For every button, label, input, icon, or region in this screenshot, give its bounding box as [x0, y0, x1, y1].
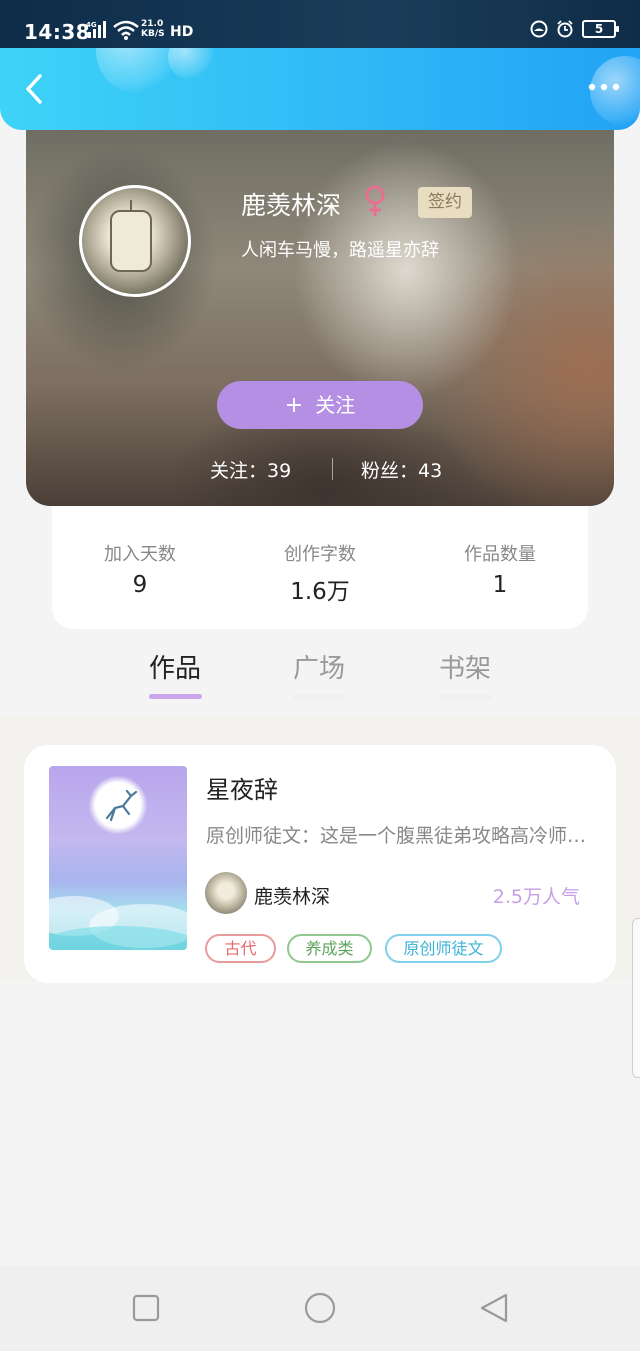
decor-bubble [168, 48, 214, 80]
stat-label: 创作字数 [284, 544, 356, 565]
stat-join-days: 加入天数 9 [60, 540, 220, 598]
tag-ancient[interactable]: 古代 [205, 934, 276, 963]
stat-value: 1.6万 [290, 579, 350, 605]
follow-button-label: 关注 [315, 393, 356, 417]
alarm-icon [557, 20, 573, 38]
notification-icon [530, 20, 548, 38]
tag-master-disciple[interactable]: 原创师徒文 [385, 934, 502, 963]
tag-nurturing[interactable]: 养成类 [287, 934, 372, 963]
deer-icon [105, 789, 138, 822]
battery-icon: 5 [582, 20, 619, 38]
author-avatar [205, 872, 247, 914]
followers-count[interactable]: 粉丝：43 [361, 456, 442, 483]
follow-button[interactable]: + 关注 [217, 381, 423, 429]
speed-value: 21.0 [141, 19, 164, 29]
hd-indicator: HD [170, 24, 194, 40]
stat-word-count: 创作字数 1.6万 [240, 540, 400, 606]
speed-unit: KB/S [141, 29, 165, 39]
author-name: 鹿羡林深 [254, 886, 331, 908]
plus-icon: + [284, 393, 304, 418]
user-name: 鹿羡林深 [241, 191, 342, 220]
content-tabs: 作品 广场 书架 [0, 640, 640, 716]
stat-label: 加入天数 [104, 544, 176, 565]
tab-indicator [439, 694, 492, 699]
active-tab-indicator [149, 694, 202, 699]
following-count[interactable]: 关注：39 [210, 456, 291, 483]
work-description: 原创师徒文：这是一个腹黑徒弟攻略高冷师尊的故事 [206, 825, 592, 847]
tab-works[interactable]: 作品 [149, 648, 201, 685]
divider [332, 458, 333, 480]
network-type: 4G [86, 21, 97, 29]
status-time: 14:38 [24, 20, 91, 44]
status-right-group: 5 [530, 20, 619, 38]
system-nav-bar [0, 1266, 640, 1351]
tab-square[interactable]: 广场 [293, 648, 345, 685]
profile-page: 14:38 4G 21.0 KB/S HD 5 鹿羡林深 签约 人闲车马慢，路遥… [0, 0, 640, 1351]
home-icon[interactable] [304, 1292, 336, 1324]
chevron-left-icon[interactable] [18, 70, 52, 108]
stat-label: 作品数量 [464, 544, 536, 565]
profile-banner: 鹿羡林深 签约 人闲车马慢，路遥星亦辞 + 关注 关注：39 粉丝：43 [26, 110, 614, 506]
recent-apps-icon[interactable] [130, 1292, 162, 1324]
work-title[interactable]: 星夜辞 [206, 770, 278, 805]
stats-card: 加入天数 9 创作字数 1.6万 作品数量 1 [52, 490, 588, 629]
follow-counts: 关注：39 粉丝：43 [26, 456, 614, 486]
signed-badge: 签约 [418, 187, 472, 218]
book-cover[interactable] [49, 766, 187, 950]
work-card[interactable]: 星夜辞 原创师徒文：这是一个腹黑徒弟攻略高冷师尊的故事 鹿羡林深 2.5万人气 … [24, 745, 616, 983]
stat-works-count: 作品数量 1 [420, 540, 580, 598]
user-motto: 人闲车马慢，路遥星亦辞 [241, 240, 439, 261]
avatar-image [110, 200, 152, 272]
status-bar: 14:38 4G 21.0 KB/S HD 5 [0, 0, 640, 48]
female-icon [365, 185, 385, 216]
signal-icon: 4G [86, 21, 106, 38]
more-dots-icon[interactable] [586, 80, 622, 94]
network-speed: 21.0 KB/S [141, 19, 165, 39]
side-drawer-handle[interactable] [632, 918, 640, 1078]
tab-indicator [293, 694, 346, 699]
stat-value: 1 [492, 572, 508, 598]
popularity-count: 2.5万人气 [492, 886, 580, 908]
avatar[interactable] [79, 185, 191, 297]
stat-value: 9 [132, 572, 148, 598]
wifi-icon [113, 20, 139, 40]
app-header [0, 48, 640, 130]
back-triangle-icon[interactable] [478, 1292, 510, 1324]
cloud-shape [49, 926, 187, 950]
tab-bookshelf[interactable]: 书架 [439, 648, 491, 685]
